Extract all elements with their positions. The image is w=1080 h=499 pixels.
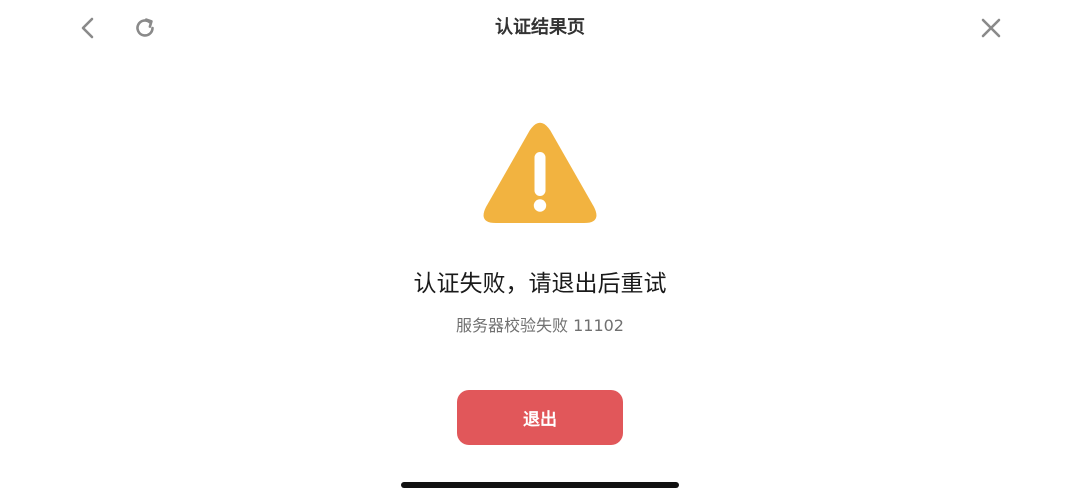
- page-title: 认证结果页: [495, 17, 585, 38]
- close-icon: [981, 18, 1001, 38]
- auth-result-screen: 认证结果页 认证失败，请退出后重试 服务器校验失败 11102 退出: [0, 0, 1080, 499]
- result-title: 认证失败，请退出后重试: [413, 271, 667, 297]
- exit-button[interactable]: 退出: [457, 390, 623, 445]
- close-button[interactable]: [973, 10, 1009, 46]
- error-message: 服务器校验失败 11102: [456, 316, 624, 335]
- warning-triangle-icon: [483, 122, 597, 223]
- navigation-bar: 认证结果页: [0, 0, 1080, 56]
- home-indicator: [401, 482, 679, 488]
